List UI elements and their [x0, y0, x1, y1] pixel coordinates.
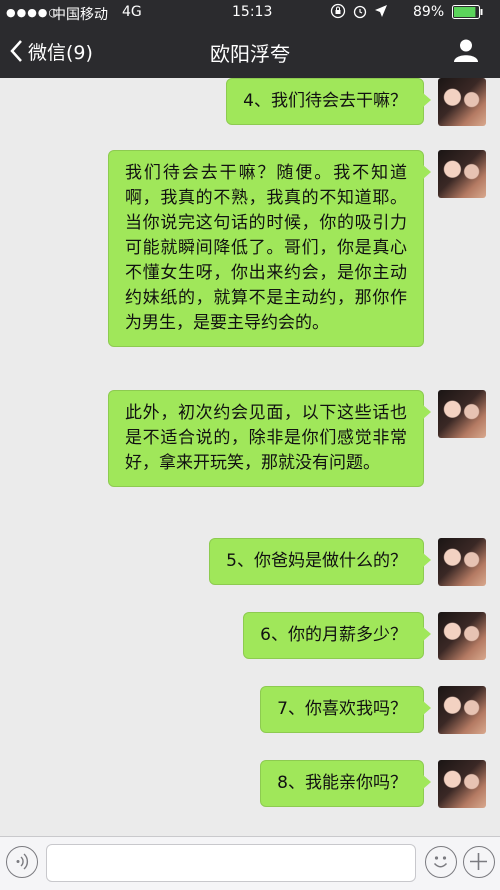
battery-fill — [454, 7, 476, 17]
smiley-icon — [433, 856, 448, 868]
emoji-button[interactable] — [425, 846, 457, 878]
message-row: 4、我们待会去干嘛？ — [14, 78, 486, 126]
message-input[interactable] — [46, 844, 416, 882]
message-bubble[interactable]: 此外，初次约会见面，以下这些话也是不适合说的，除非是你们感觉非常好，拿来开玩笑，… — [108, 390, 431, 487]
message-bubble[interactable]: 7、你喜欢我吗？ — [260, 686, 431, 733]
sender-avatar[interactable] — [438, 760, 486, 808]
status-bar: ●●●●○ 中国移动 4G 15:13 89% — [0, 0, 500, 24]
rotation-lock-icon — [330, 3, 346, 23]
chat-title: 欧阳浮夸 — [210, 42, 290, 66]
sender-avatar[interactable] — [438, 686, 486, 734]
message-row: 8、我能亲你吗？ — [14, 760, 486, 808]
sender-avatar[interactable] — [438, 390, 486, 438]
message-row: 7、你喜欢我吗？ — [14, 686, 486, 734]
message-bubble[interactable]: 6、你的月薪多少？ — [243, 612, 431, 659]
message-row: 6、你的月薪多少？ — [14, 612, 486, 660]
message-bubble[interactable]: 4、我们待会去干嘛？ — [226, 78, 431, 125]
chat-area[interactable]: 4、我们待会去干嘛？ 我们待会去干嘛？随便。我不知道啊，我真的不熟，我真的不知道… — [0, 78, 500, 836]
carrier-name: 中国移动 — [52, 7, 108, 23]
location-icon — [374, 4, 388, 22]
clock: 15:13 — [232, 4, 273, 20]
message-bubble[interactable]: 8、我能亲你吗？ — [260, 760, 431, 807]
input-toolbar — [0, 836, 500, 890]
sender-avatar[interactable] — [438, 538, 486, 586]
voice-button[interactable] — [6, 846, 38, 878]
sender-avatar[interactable] — [438, 150, 486, 198]
message-row: 我们待会去干嘛？随便。我不知道啊，我真的不熟，我真的不知道耶。当你说完这句话的时… — [14, 150, 486, 366]
message-bubble[interactable]: 5、你爸妈是做什么的？ — [209, 538, 431, 585]
add-button[interactable] — [463, 846, 495, 878]
battery-icon — [452, 5, 484, 23]
person-icon — [454, 39, 478, 62]
message-row: 此外，初次约会见面，以下这些话也是不适合说的，除非是你们感觉非常好，拿来开玩笑，… — [14, 390, 486, 514]
plus-icon — [470, 853, 487, 870]
sender-avatar[interactable] — [438, 612, 486, 660]
nav-bar: 微信(9) 欧阳浮夸 — [0, 24, 500, 78]
alarm-icon — [352, 3, 368, 23]
message-row: 5、你爸妈是做什么的？ — [14, 538, 486, 586]
battery-percent: 89% — [413, 4, 445, 20]
network-type: 4G — [122, 4, 142, 20]
voice-icon — [16, 853, 29, 870]
sender-avatar[interactable] — [438, 78, 486, 126]
profile-button[interactable] — [454, 38, 478, 66]
message-bubble[interactable]: 我们待会去干嘛？随便。我不知道啊，我真的不熟，我真的不知道耶。当你说完这句话的时… — [108, 150, 431, 347]
